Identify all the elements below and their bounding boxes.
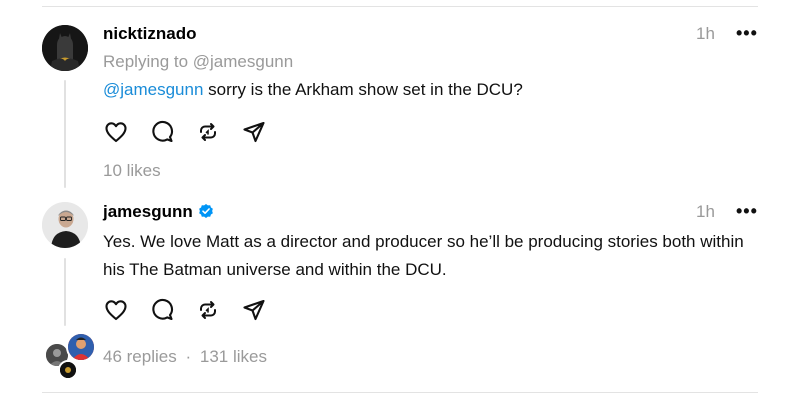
avatar-nicktiznado[interactable] <box>42 25 88 71</box>
person-avatar-icon <box>42 202 88 248</box>
batman-avatar-icon <box>42 25 88 71</box>
username-text: jamesgunn <box>103 202 193 221</box>
send-icon[interactable] <box>242 120 266 144</box>
comment-icon[interactable] <box>150 298 174 322</box>
repost-icon[interactable] <box>196 298 220 322</box>
post-text: @jamesgunn sorry is the Arkham show set … <box>103 76 763 104</box>
replying-to-label[interactable]: Replying to @jamesgunn <box>103 52 293 72</box>
avatar-jamesgunn[interactable] <box>42 202 88 248</box>
action-bar <box>104 298 266 322</box>
heart-icon[interactable] <box>104 298 128 322</box>
more-options-icon[interactable]: ••• <box>736 201 758 222</box>
engagement-stats: 46 replies · 131 likes <box>103 347 267 367</box>
timestamp[interactable]: 1h <box>696 202 715 222</box>
comment-icon[interactable] <box>150 120 174 144</box>
username[interactable]: jamesgunn <box>103 202 214 222</box>
timestamp[interactable]: 1h <box>696 24 715 44</box>
separator: · <box>185 347 192 366</box>
thread-line <box>64 80 66 188</box>
post-text: Yes. We love Matt as a director and prod… <box>103 232 744 279</box>
verified-badge-icon <box>198 204 213 218</box>
heart-icon[interactable] <box>104 120 128 144</box>
post-text-content: sorry is the Arkham show set in the DCU? <box>203 80 523 99</box>
action-bar <box>104 120 266 144</box>
mention-link[interactable]: @jamesgunn <box>103 80 203 99</box>
replier-avatar <box>58 360 78 380</box>
likes-count[interactable]: 10 likes <box>103 161 161 181</box>
replier-avatars[interactable] <box>42 330 96 380</box>
send-icon[interactable] <box>242 298 266 322</box>
thread-line <box>64 258 66 326</box>
bottom-divider <box>42 392 758 393</box>
replier-avatar <box>66 332 96 362</box>
likes-count[interactable]: 131 likes <box>200 347 267 366</box>
repost-icon[interactable] <box>196 120 220 144</box>
username[interactable]: nicktiznado <box>103 24 197 44</box>
top-divider <box>42 6 758 7</box>
more-options-icon[interactable]: ••• <box>736 23 758 44</box>
replies-count[interactable]: 46 replies <box>103 347 177 366</box>
